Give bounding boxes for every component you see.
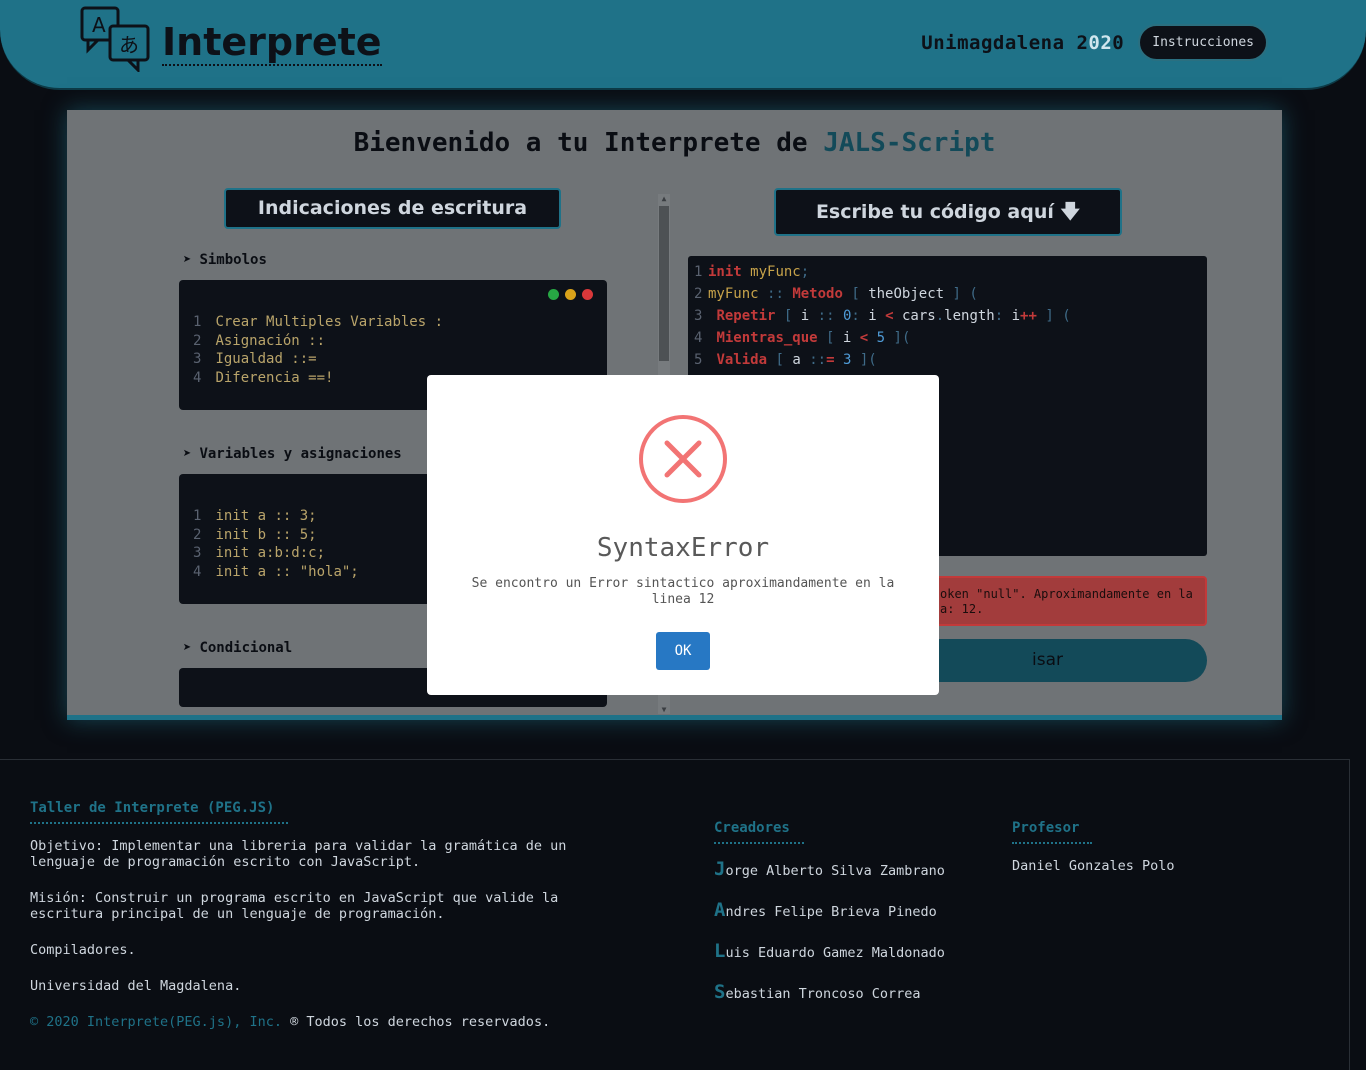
ok-button[interactable]: OK: [656, 632, 710, 670]
error-dialog: SyntaxError Se encontro un Error sintact…: [427, 375, 939, 695]
error-x-icon: [639, 415, 727, 503]
dialog-message: Se encontro un Error sintactico aproxima…: [471, 576, 895, 607]
modal-backdrop[interactable]: SyntaxError Se encontro un Error sintact…: [0, 0, 1366, 1070]
dialog-title: SyntaxError: [596, 533, 770, 563]
